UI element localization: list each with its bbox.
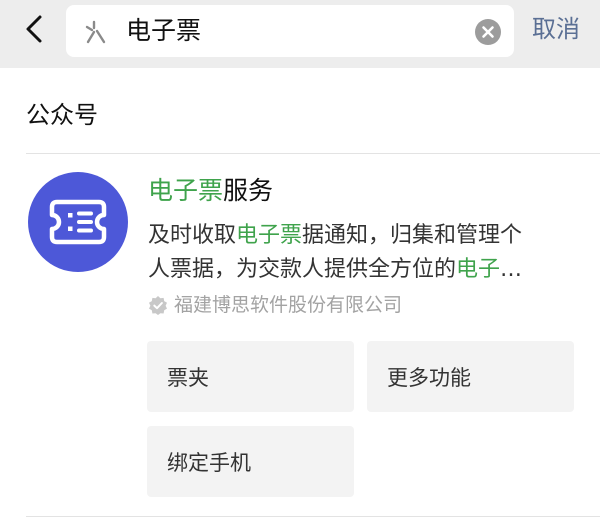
button-label: 绑定手机 (167, 450, 251, 475)
search-input[interactable]: 电子票 (66, 5, 514, 57)
divider (26, 153, 600, 154)
account-name-highlight: 电子票 (148, 176, 224, 205)
cancel-button[interactable]: 取消 (532, 14, 580, 44)
ticket-icon (49, 199, 107, 245)
back-button[interactable] (18, 12, 50, 46)
description-highlight: 电子票 (236, 223, 303, 248)
button-label: 票夹 (167, 365, 209, 390)
description-text: 人票据，为交款人提供全方位的 (148, 257, 457, 282)
search-query[interactable]: 电子票 (126, 16, 201, 46)
verified-badge-icon (149, 296, 167, 315)
account-name[interactable]: 电子票服务 (148, 176, 273, 206)
description-ellipsis: … (500, 257, 523, 282)
more-functions-button[interactable]: 更多功能 (367, 341, 574, 412)
account-description: 及时收取电子票据通知，归集和管理个 人票据，为交款人提供全方位的电子… (148, 219, 580, 287)
description-text: 及时收取 (148, 223, 237, 248)
chevron-left-icon (26, 15, 42, 43)
clear-icon[interactable] (475, 19, 501, 45)
search-bar: 电子票 取消 (0, 0, 600, 68)
description-line-2: 人票据，为交款人提供全方位的电子… (148, 253, 580, 287)
search-icon (85, 20, 106, 44)
description-highlight: 电子 (456, 257, 501, 282)
account-name-rest: 服务 (223, 176, 274, 205)
avatar[interactable] (28, 172, 128, 272)
divider (26, 516, 600, 517)
button-label: 更多功能 (387, 365, 471, 390)
description-text: 据通知，归集和管理个 (302, 223, 523, 248)
description-line-1: 及时收取电子票据通知，归集和管理个 (148, 219, 580, 253)
ticket-folder-button[interactable]: 票夹 (147, 341, 354, 412)
bind-phone-button[interactable]: 绑定手机 (147, 426, 354, 497)
company-info: 福建博思软件股份有限公司 (148, 292, 402, 318)
company-name: 福建博思软件股份有限公司 (174, 294, 403, 316)
section-title: 公众号 (26, 101, 98, 129)
